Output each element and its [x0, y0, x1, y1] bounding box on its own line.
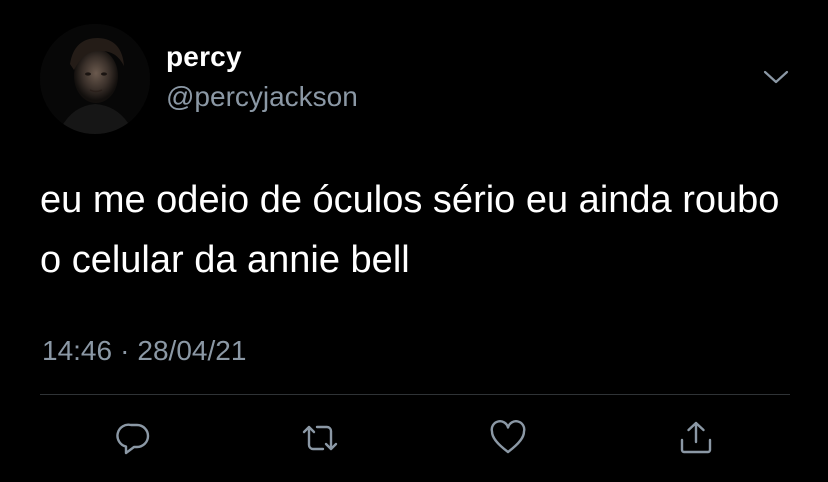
tweet-text: eu me odeio de óculos sério eu ainda rou… [40, 179, 780, 281]
heart-icon [490, 420, 526, 454]
user-handle[interactable]: @percyjackson [166, 80, 358, 114]
display-name[interactable]: percy [166, 40, 242, 74]
meta-separator: · [120, 335, 130, 366]
chevron-down-icon [763, 70, 789, 84]
tweet-timestamp[interactable]: 14:46 · 28/04/21 [42, 334, 246, 368]
tweet-date: 28/04/21 [137, 335, 247, 366]
divider [40, 394, 790, 395]
retweet-icon [302, 425, 338, 451]
like-button[interactable] [486, 416, 530, 460]
avatar-image [40, 24, 150, 134]
more-options-button[interactable] [760, 64, 792, 90]
avatar[interactable] [40, 24, 150, 134]
share-icon [680, 421, 712, 454]
retweet-button[interactable] [298, 416, 342, 460]
tweet-card: percy @percyjackson eu me odeio de óculo… [0, 0, 828, 482]
reply-button[interactable] [112, 416, 156, 460]
share-button[interactable] [674, 416, 718, 460]
action-bar [0, 416, 828, 460]
reply-icon [116, 423, 150, 455]
tweet-time: 14:46 [42, 335, 113, 366]
